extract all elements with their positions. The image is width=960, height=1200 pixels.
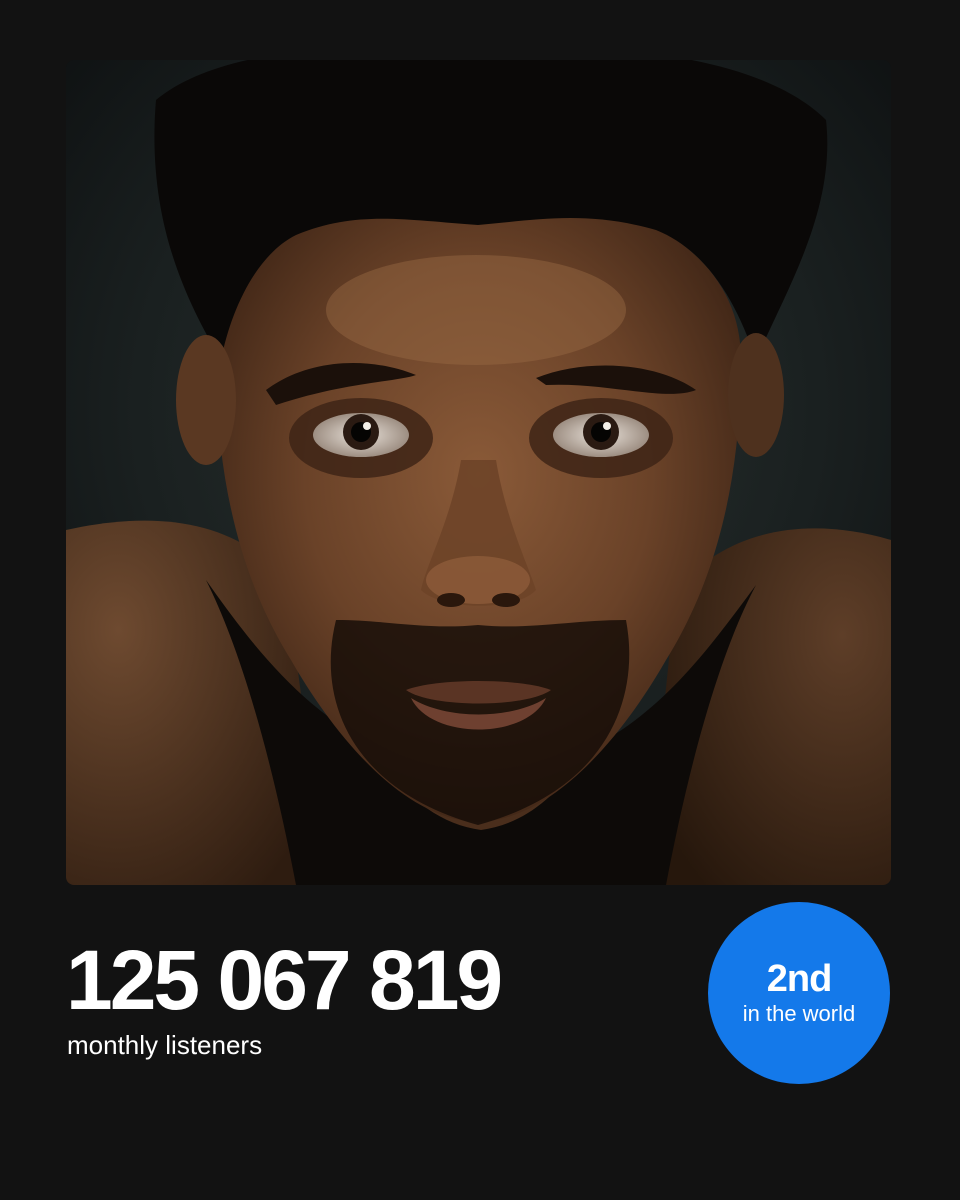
artist-portrait-image (66, 60, 891, 885)
artist-stat-card: 125 067 819 monthly listeners 2nd in the… (0, 0, 960, 1200)
artist-portrait (66, 60, 891, 885)
world-rank-badge: 2nd in the world (708, 902, 890, 1084)
monthly-listeners-label: monthly listeners (67, 1030, 263, 1060)
monthly-listeners-count: 125 067 819 (66, 933, 503, 1027)
world-rank-value: 2nd (766, 958, 833, 1000)
world-rank-caption: in the world (742, 1001, 856, 1026)
